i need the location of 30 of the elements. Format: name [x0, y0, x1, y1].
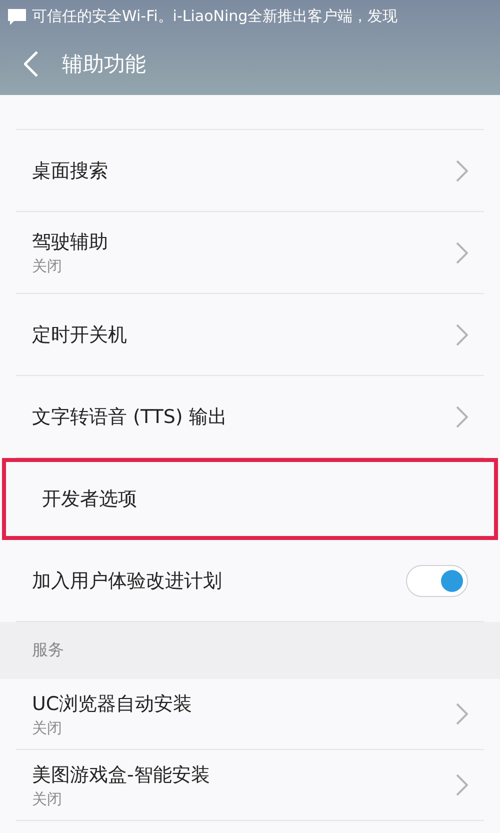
chevron-right-icon: [456, 242, 468, 264]
setting-status: 关闭: [32, 790, 63, 808]
settings-row[interactable]: 定时开关机: [16, 294, 484, 376]
chevron-right-icon: [456, 324, 468, 346]
back-icon[interactable]: [24, 51, 38, 77]
settings-row[interactable]: 桌面搜索: [16, 130, 484, 212]
setting-status: 关闭: [32, 718, 63, 738]
section-heading: 服务: [0, 622, 500, 679]
setting-title: UC浏览器自动安装: [32, 692, 192, 716]
setting-title: 驾驶辅助: [32, 230, 108, 255]
settings-row[interactable]: UC浏览器自动安装 关闭: [16, 679, 484, 750]
setting-title: 美图游戏盒-智能安装: [32, 762, 210, 788]
chevron-right-icon: [456, 774, 468, 796]
setting-title: 开发者选项: [42, 487, 137, 512]
highlighted-settings-row[interactable]: 开发者选项: [2, 458, 498, 540]
setting-title: 加入用户体验改进计划: [32, 568, 222, 594]
setting-title: 文字转语音 (TTS) 输出: [32, 404, 227, 430]
toggle-switch[interactable]: [406, 564, 468, 596]
settings-row[interactable]: 文字转语音 (TTS) 输出: [16, 376, 484, 458]
settings-row[interactable]: 美图游戏盒-智能安装 关闭: [16, 750, 484, 821]
settings-row[interactable]: 驾驶辅助 关闭: [16, 212, 484, 294]
setting-title: 桌面搜索: [32, 158, 108, 184]
setting-status: 关闭: [32, 257, 63, 276]
page-title: 辅助功能: [62, 51, 146, 78]
message-icon: [8, 8, 26, 24]
chevron-right-icon: [456, 160, 468, 182]
notification-text: 可信任的安全Wi-Fi。i-LiaoNing全新推出客户端，发现: [32, 7, 398, 26]
setting-title: 定时开关机: [32, 322, 127, 348]
chevron-right-icon: [456, 406, 468, 428]
chevron-right-icon: [456, 703, 468, 725]
